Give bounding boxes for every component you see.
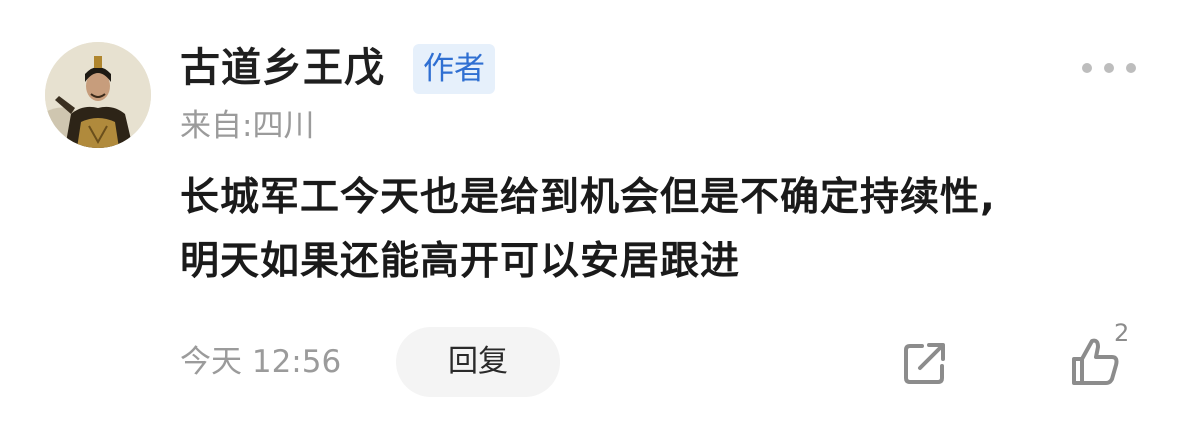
reply-button[interactable]: 回复 [396, 327, 560, 397]
share-icon [904, 343, 945, 384]
author-badge: 作者 [413, 44, 495, 94]
like-count: 2 [1114, 319, 1130, 347]
more-dots-icon [1082, 63, 1092, 73]
comment-text-line: 长城军工今天也是给到机会但是不确定持续性, [180, 175, 996, 220]
location-label: 来自:四川 [180, 108, 315, 144]
more-dots-icon [1104, 63, 1114, 73]
comment-text-line: 明天如果还能高开可以安居跟进 [180, 239, 741, 284]
more-options-button[interactable] [1082, 54, 1136, 82]
share-button[interactable] [900, 338, 950, 388]
timestamp: 今天 12:56 [180, 344, 342, 380]
user-avatar[interactable] [45, 42, 151, 148]
more-dots-icon [1126, 63, 1136, 73]
username[interactable]: 古道乡王戊 [180, 44, 385, 92]
comment-card: 古道乡王戊 作者 来自:四川 长城军工今天也是给到机会但是不确定持续性, 明天如… [0, 0, 1179, 448]
comment-text: 长城军工今天也是给到机会但是不确定持续性, 明天如果还能高开可以安居跟进 [180, 166, 1140, 294]
avatar-image [45, 42, 151, 148]
